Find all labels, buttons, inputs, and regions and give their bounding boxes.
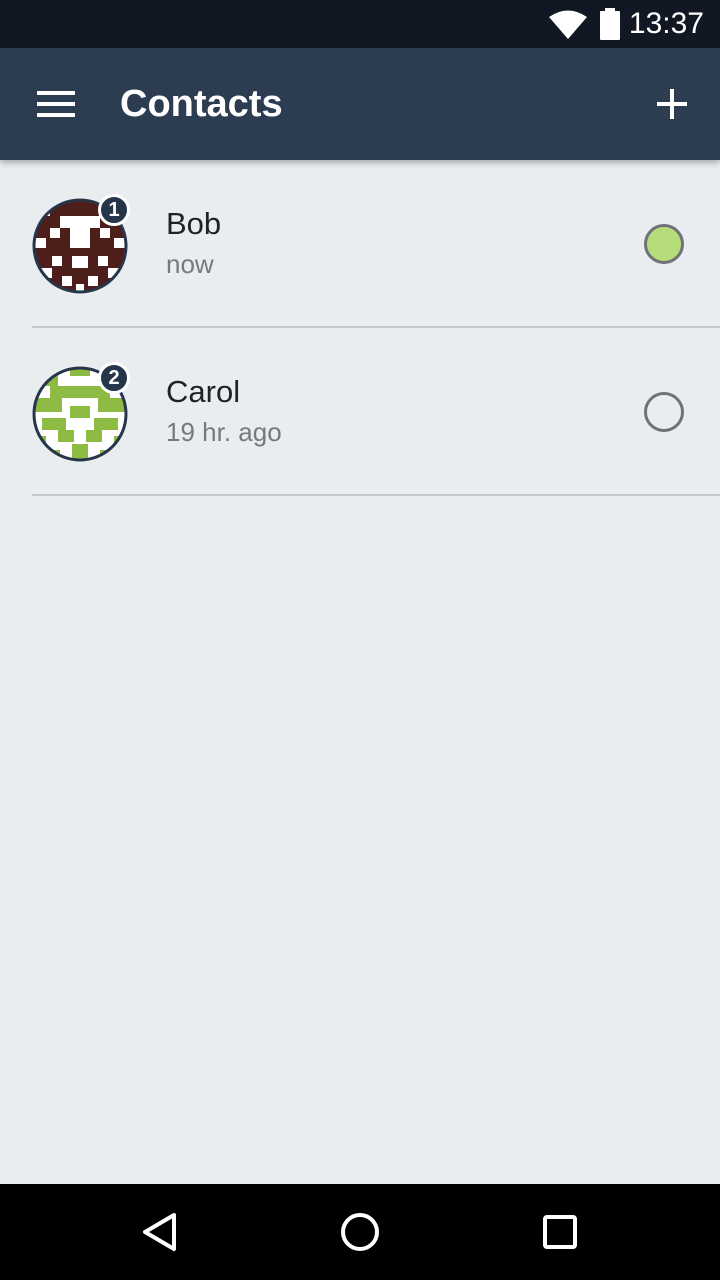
home-icon[interactable] [336,1208,384,1256]
hamburger-menu-icon[interactable] [30,80,82,128]
contact-list: 1 Bob now 2 Carol 19 hr. ago [0,160,720,496]
contact-name: Bob [166,206,222,241]
battery-icon [600,8,620,40]
contact-name: Carol [166,374,241,409]
recents-icon[interactable] [536,1208,584,1256]
contact-last-seen: now [166,249,214,279]
contact-row-carol[interactable]: 2 Carol 19 hr. ago [0,328,720,496]
app-bar: Contacts [0,48,720,160]
status-clock: 13:37 [628,7,704,40]
contact-row-bob[interactable]: 1 Bob now [0,160,720,328]
divider [32,494,720,496]
system-nav-bar [0,1184,720,1280]
presence-offline-icon [644,392,684,432]
unread-badge: 1 [98,194,130,226]
add-contact-button[interactable] [646,78,698,130]
page-title: Contacts [120,83,283,125]
unread-badge: 2 [98,362,130,394]
back-icon[interactable] [136,1208,184,1256]
contact-last-seen: 19 hr. ago [166,417,282,447]
presence-online-icon [644,224,684,264]
wifi-icon [549,10,587,39]
status-bar: 13:37 [0,0,720,48]
